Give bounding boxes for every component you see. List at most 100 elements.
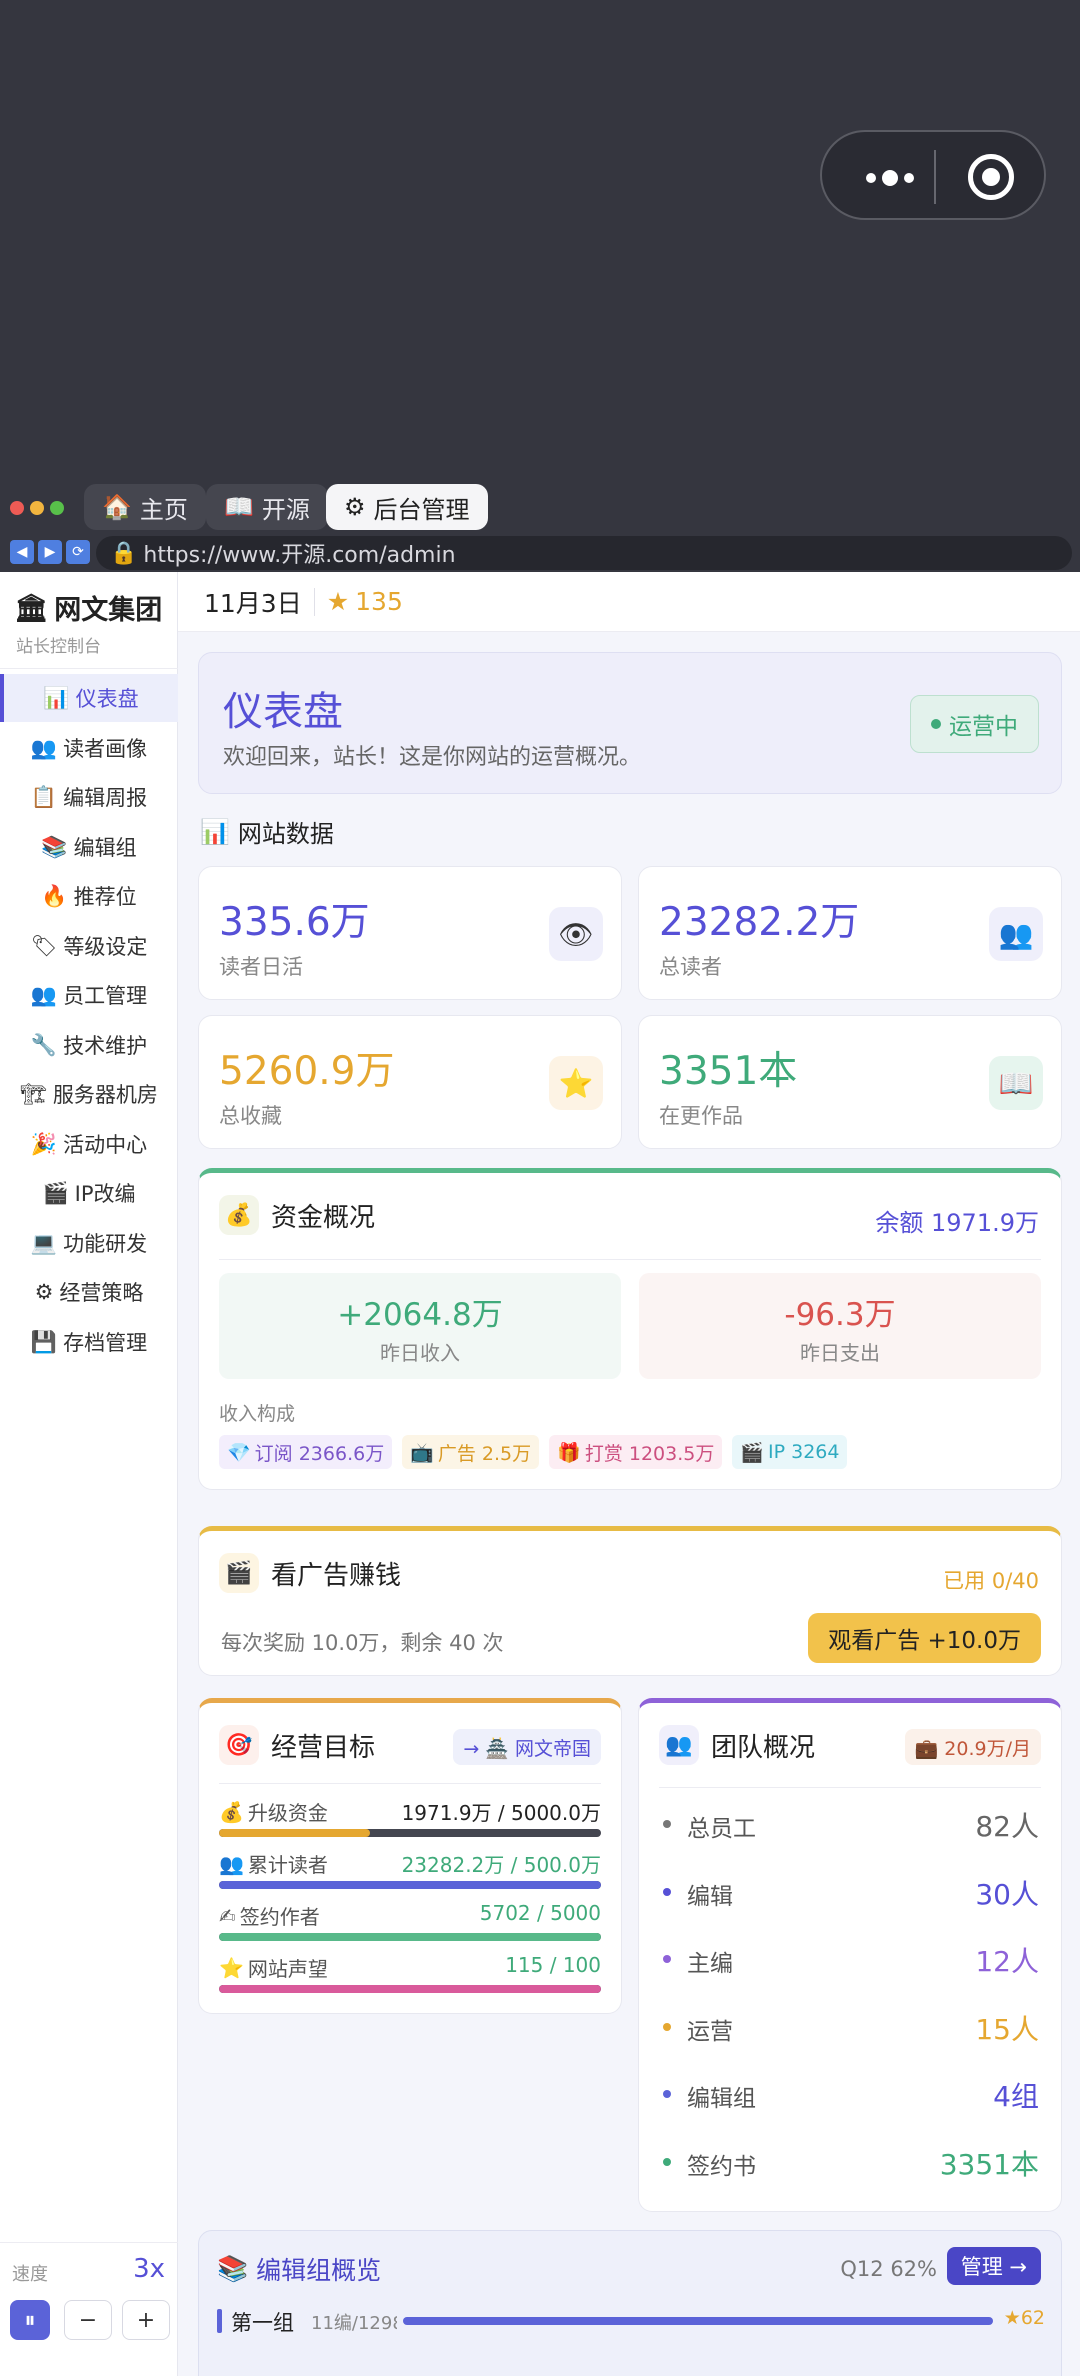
stat-card-ongoing-works: 3351本 在更作品 📖 — [638, 1015, 1062, 1149]
sidebar-item-tech[interactable]: 🔧 技术维护 — [0, 1021, 178, 1069]
chart-icon: 📊 — [43, 685, 70, 710]
gear-icon: ⚙ — [34, 1280, 54, 1304]
sidebar-item-recommend[interactable]: 🔥 推荐位 — [0, 872, 178, 920]
goal-progress-fill — [219, 1985, 601, 1993]
ad-header: 🎬 看广告赚钱 — [219, 1553, 401, 1593]
speed-down-button[interactable]: − — [64, 2300, 112, 2340]
forward-icon[interactable]: ▶ — [38, 540, 62, 564]
money-bag-icon: 💰 — [219, 1195, 259, 1235]
pause-button[interactable]: ⏸ — [10, 2300, 50, 2340]
stat-value: 335.6万 — [219, 900, 370, 945]
bullet-dot-icon — [663, 1820, 671, 1828]
stat-value: 23282.2万 — [659, 900, 860, 945]
team-card: 👥 团队概况 💼 20.9万/月 总员工 82人 编辑 30人 主编 12人 运营 15人 编辑… — [638, 1698, 1062, 2212]
stat-value: 3351本 — [659, 1049, 798, 1094]
bullet-dot-icon — [663, 1887, 671, 1896]
brand: 🏛 网文集团 — [14, 588, 162, 627]
funds-card: 💰 资金概况 余额 1971.9万 +2064.8万 昨日收入 -96.3万 昨… — [198, 1168, 1062, 1490]
team-label: 主编 — [687, 1951, 733, 1977]
back-icon[interactable]: ◀ — [10, 540, 34, 564]
sidebar-divider — [0, 668, 178, 669]
team-value: 15人 — [975, 2012, 1039, 2046]
url-input[interactable]: 🔒 https://www.开源.com/admin — [96, 536, 1072, 570]
team-value: 30人 — [975, 1877, 1039, 1911]
more-options-icon[interactable] — [850, 158, 930, 198]
window-close-dot[interactable] — [10, 501, 24, 515]
income-box: +2064.8万 昨日收入 — [219, 1273, 621, 1379]
party-icon: 🎉 — [30, 1131, 58, 1156]
app-header-area: 🏠 主页 📖 开源 ⚙ 后台管理 ◀ ▶ ⟳ 🔒 https://www.开源.… — [0, 0, 1080, 572]
sidebar-item-events[interactable]: 🎉 活动中心 — [0, 1120, 178, 1168]
team-value: 4组 — [993, 2080, 1039, 2113]
goal-row: ✍ 签约作者 5702 / 5000 — [219, 1901, 601, 1953]
stat-label: 总读者 — [659, 955, 722, 979]
team-row: 签约书 3351本 — [663, 2143, 1039, 2183]
manage-button[interactable]: 管理 → — [946, 2247, 1041, 2285]
sidebar-item-staff[interactable]: 👥 员工管理 — [0, 971, 178, 1019]
sidebar-item-rnd[interactable]: 💻 功能研发 — [0, 1219, 178, 1267]
speed-up-button[interactable]: + — [122, 2300, 170, 2340]
tab-label: 主页 — [139, 495, 188, 524]
funds-divider — [219, 1259, 1041, 1260]
sidebar-item-label: 员工管理 — [63, 984, 148, 1008]
page-title: 仪表盘 — [223, 689, 343, 735]
goal-row: 👥 累计读者 23282.2万 / 500.0万 — [219, 1849, 601, 1901]
sidebar-item-ip[interactable]: 🎬 IP改编 — [0, 1169, 178, 1217]
chip-ads: 📺 广告 2.5万 — [402, 1435, 540, 1469]
sidebar-item-reader-profile[interactable]: 👥 读者画像 — [0, 724, 178, 772]
sidebar-item-label: 读者画像 — [63, 737, 148, 761]
sidebar-item-servers[interactable]: 🏗 服务器机房 — [0, 1070, 178, 1118]
users-icon: 👥 — [30, 735, 58, 760]
tab-opensource[interactable]: 📖 开源 — [206, 484, 328, 530]
clapper-icon: 🎬 — [219, 1553, 259, 1593]
sidebar-item-label: 存档管理 — [63, 1331, 148, 1355]
goals-card: 🎯 经营目标 → 🏯 网文帝国 💰 升级资金 1971.9万 / 5000.0万 👥 累… — [198, 1698, 622, 2014]
users-icon: 👥 — [30, 982, 58, 1007]
tab-home[interactable]: 🏠 主页 — [84, 484, 206, 530]
goal-icon: ✍ — [219, 1903, 236, 1928]
fire-icon: 🔥 — [41, 883, 68, 908]
overview-title: 📚 编辑组概览 — [217, 2251, 381, 2287]
close-miniprogram-icon[interactable] — [968, 154, 1014, 200]
expense-label: 昨日支出 — [800, 1341, 880, 1365]
goals-divider — [219, 1783, 601, 1784]
team-value: 82人 — [975, 1810, 1039, 1843]
section-title-text: 网站数据 — [237, 820, 334, 848]
expense-box: -96.3万 昨日支出 — [639, 1273, 1041, 1379]
mini-program-capsule — [820, 130, 1046, 220]
tab-admin[interactable]: ⚙ 后台管理 — [326, 484, 488, 530]
window-minimize-dot[interactable] — [30, 501, 44, 515]
window-maximize-dot[interactable] — [50, 501, 64, 515]
sidebar-item-editor-weekly[interactable]: 📋 编辑周报 — [0, 773, 178, 821]
team-title: 团队概况 — [711, 1732, 816, 1763]
lock-icon: 🔒 — [110, 540, 138, 566]
tv-icon: 📺 — [410, 1441, 434, 1464]
group-row[interactable]: 第一组 11编/1298 ★62 — [217, 2301, 1045, 2341]
goal-label: ✍ 签约作者 — [219, 1901, 320, 1930]
sidebar-item-editor-group[interactable]: 📚 编辑组 — [0, 823, 178, 871]
goal-value: 1971.9万 / 5000.0万 — [401, 1801, 601, 1825]
goal-progress-fill — [219, 1829, 370, 1837]
watch-ad-button[interactable]: 观看广告 +10.0万 — [808, 1613, 1041, 1663]
sidebar-item-label: 经营策略 — [59, 1281, 144, 1305]
refresh-icon[interactable]: ⟳ — [66, 540, 90, 564]
bullet-dot-icon — [663, 2022, 671, 2031]
books-icon: 📚 — [41, 834, 68, 859]
book-icon: 📖 — [224, 493, 254, 521]
ad-usage: 已用 0/40 — [943, 1569, 1039, 1593]
goals-title: 经营目标 — [271, 1732, 376, 1763]
chip-ip: 🎬 IP 3264 — [732, 1435, 848, 1469]
team-label: 运营 — [687, 2018, 733, 2045]
star-icon: ★ — [326, 587, 350, 616]
chip-label: 订阅 2366.6万 — [254, 1442, 385, 1465]
building-icon: 🏛 — [14, 592, 49, 624]
dashboard-hero: 仪表盘 欢迎回来，站长！这是你网站的运营概况。 运营中 — [198, 652, 1062, 794]
empire-link[interactable]: → 🏯 网文帝国 — [453, 1729, 601, 1765]
bullet-dot-icon — [663, 1955, 671, 1963]
sidebar-item-dashboard[interactable]: 📊 仪表盘 — [0, 674, 178, 722]
income-composition-label: 收入构成 — [219, 1403, 296, 1425]
goals-header: 🎯 经营目标 — [219, 1725, 375, 1765]
sidebar-item-saves[interactable]: 💾 存档管理 — [0, 1318, 178, 1366]
sidebar-item-strategy[interactable]: ⚙ 经营策略 — [0, 1268, 178, 1316]
sidebar-item-levels[interactable]: 🏷 等级设定 — [0, 922, 178, 970]
